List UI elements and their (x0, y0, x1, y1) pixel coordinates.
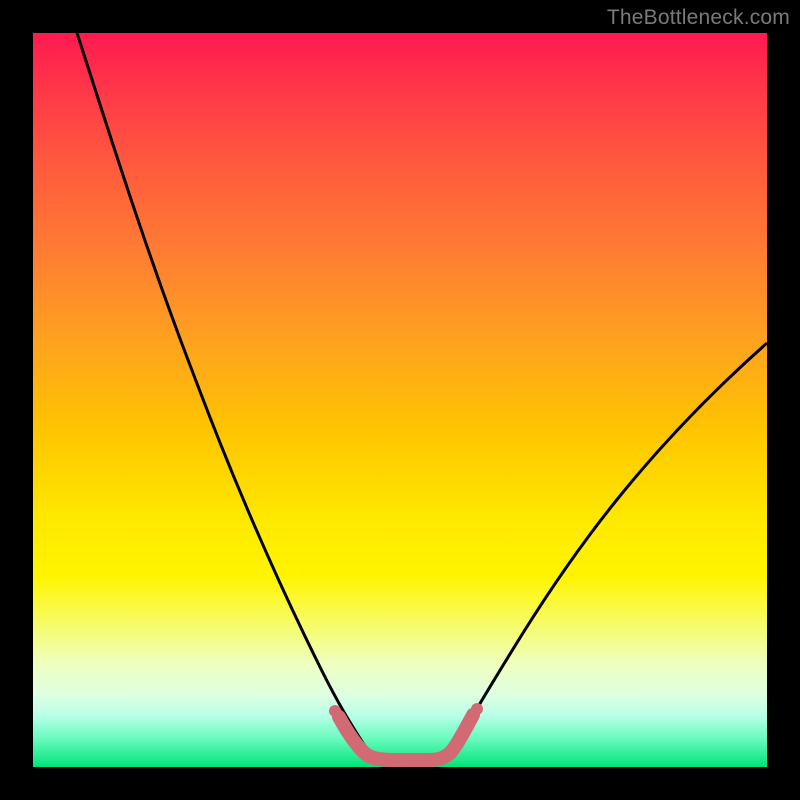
pink-dot-icon (461, 721, 473, 733)
plot-area (33, 33, 767, 767)
black-curve-left (77, 33, 368, 751)
watermark-text: TheBottleneck.com (607, 6, 790, 30)
outer-frame: TheBottleneck.com (0, 0, 800, 800)
pink-highlight (339, 715, 473, 760)
pink-dot-icon (339, 723, 351, 735)
curve-layer (33, 33, 767, 767)
black-curve-right (451, 343, 767, 751)
pink-dot-icon (471, 703, 483, 715)
pink-dot-icon (329, 705, 341, 717)
